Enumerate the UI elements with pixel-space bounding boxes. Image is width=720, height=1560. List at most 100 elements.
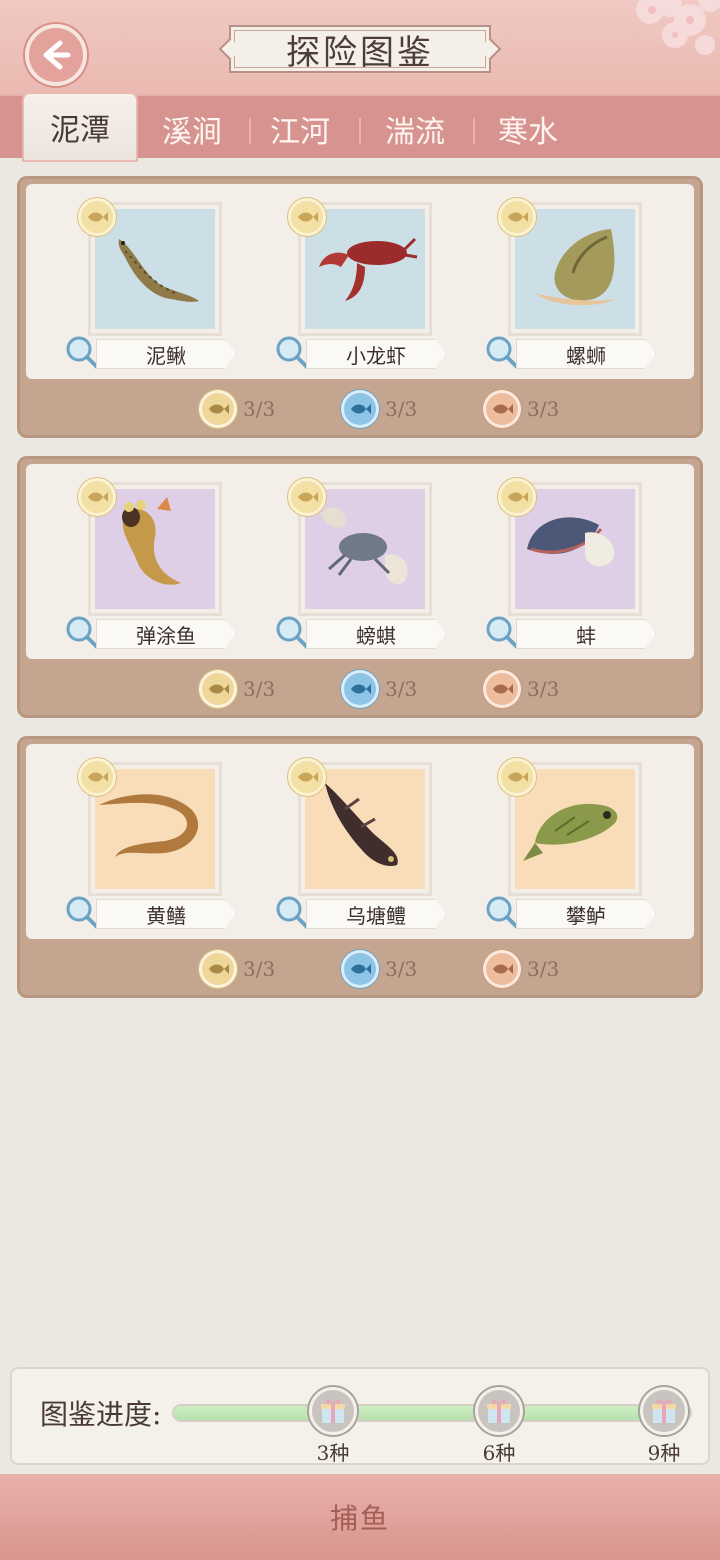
- species-name: 蚌: [516, 619, 656, 649]
- rank-badge: [288, 198, 326, 236]
- fish-icon: [88, 212, 108, 222]
- tab-stream[interactable]: 溪涧: [136, 102, 248, 156]
- arrow-left-icon: [43, 40, 71, 70]
- fishing-button[interactable]: 捕鱼: [0, 1474, 720, 1560]
- back-button[interactable]: [25, 24, 87, 86]
- rank-badge: [78, 758, 116, 796]
- tab-cold-water[interactable]: 寒水: [472, 102, 584, 156]
- fishing-net-icon: [276, 616, 309, 649]
- copper-fish-coin-icon: [483, 390, 521, 428]
- fishing-net-icon: [66, 336, 99, 369]
- stat-value: 3/3: [527, 397, 560, 421]
- copper-fish-coin-icon: [483, 670, 521, 708]
- rank-badge: [78, 198, 116, 236]
- rank-badge: [498, 478, 536, 516]
- card-panel: 泥鳅 小龙虾 螺蛳: [26, 184, 694, 379]
- blue-fish-coin-icon: [341, 390, 379, 428]
- fishing-net-icon: [486, 616, 519, 649]
- copper-tier-count: 3/3: [483, 949, 559, 989]
- species-item[interactable]: 蚌: [466, 464, 656, 659]
- tab-mud-pond[interactable]: 泥潭: [24, 94, 136, 160]
- species-name: 攀鲈: [516, 899, 656, 929]
- blue-tier-count: 3/3: [341, 389, 417, 429]
- rank-badge: [498, 198, 536, 236]
- cherry-blossom-decoration: [636, 0, 720, 55]
- rank-badge: [78, 478, 116, 516]
- blue-tier-count: 3/3: [341, 949, 417, 989]
- stat-value: 3/3: [385, 957, 418, 981]
- fish-icon: [508, 772, 528, 782]
- fish-icon: [298, 772, 318, 782]
- fish-icon: [88, 772, 108, 782]
- gift-box-icon: [321, 1399, 345, 1423]
- species-name: 泥鳅: [96, 339, 236, 369]
- species-group-card: 弹涂鱼 螃蜞 蚌 3/3 3/3 3/3: [17, 456, 703, 718]
- stat-value: 3/3: [243, 677, 276, 701]
- milestone-gift-button[interactable]: [640, 1387, 688, 1435]
- milestone-gift-button[interactable]: [309, 1387, 357, 1435]
- species-name: 黄鳝: [96, 899, 236, 929]
- gift-box-icon: [487, 1399, 511, 1423]
- milestone-label: 9种: [647, 1441, 681, 1465]
- stat-value: 3/3: [527, 677, 560, 701]
- species-item[interactable]: 乌塘鳢: [256, 744, 446, 939]
- gold-fish-coin-icon: [199, 670, 237, 708]
- tab-label: 寒水: [498, 115, 558, 150]
- copper-fish-coin-icon: [483, 950, 521, 988]
- blue-tier-count: 3/3: [341, 669, 417, 709]
- fish-icon: [508, 212, 528, 222]
- fishing-net-icon: [276, 336, 309, 369]
- progress-label: 图鉴进度:: [40, 1398, 162, 1431]
- stat-value: 3/3: [385, 397, 418, 421]
- header: 探险图鉴: [0, 0, 720, 96]
- card-panel: 黄鳝 乌塘鳢 攀鲈: [26, 744, 694, 939]
- species-item[interactable]: 黄鳝: [46, 744, 236, 939]
- rank-badge: [288, 478, 326, 516]
- card-panel: 弹涂鱼 螃蜞 蚌: [26, 464, 694, 659]
- milestone-label: 6种: [482, 1441, 516, 1465]
- species-item[interactable]: 攀鲈: [466, 744, 656, 939]
- gold-tier-count: 3/3: [199, 949, 275, 989]
- collection-progress-panel: 图鉴进度: 3种 6种 9种: [10, 1367, 710, 1465]
- species-name: 螺蛳: [516, 339, 656, 369]
- fish-icon: [298, 492, 318, 502]
- tab-label: 江河: [270, 115, 330, 150]
- blue-fish-coin-icon: [341, 950, 379, 988]
- copper-tier-count: 3/3: [483, 669, 559, 709]
- species-item[interactable]: 螺蛳: [466, 184, 656, 379]
- tab-rapids[interactable]: 湍流: [359, 102, 471, 156]
- fishing-net-icon: [486, 336, 519, 369]
- stat-value: 3/3: [527, 957, 560, 981]
- species-item[interactable]: 小龙虾: [256, 184, 446, 379]
- gold-fish-coin-icon: [199, 390, 237, 428]
- fish-icon: [88, 492, 108, 502]
- stat-value: 3/3: [243, 957, 276, 981]
- fishing-net-icon: [66, 616, 99, 649]
- progress-bar: [172, 1404, 692, 1422]
- fishing-net-icon: [276, 896, 309, 929]
- rank-badge: [288, 758, 326, 796]
- fish-icon: [508, 492, 528, 502]
- fishing-button-label: 捕鱼: [329, 1502, 390, 1535]
- species-item[interactable]: 弹涂鱼: [46, 464, 236, 659]
- gift-box-icon: [652, 1399, 676, 1423]
- tab-label: 泥潭: [50, 113, 110, 148]
- milestone-gift-button[interactable]: [475, 1387, 523, 1435]
- gold-tier-count: 3/3: [199, 669, 275, 709]
- species-name: 螃蜞: [306, 619, 446, 649]
- stat-value: 3/3: [243, 397, 276, 421]
- copper-tier-count: 3/3: [483, 389, 559, 429]
- habitat-tab-bar: 泥潭 溪涧 江河 湍流 寒水: [0, 94, 720, 160]
- tab-river[interactable]: 江河: [244, 102, 356, 156]
- species-item[interactable]: 泥鳅: [46, 184, 236, 379]
- progress-fill: [174, 1406, 690, 1420]
- stat-value: 3/3: [385, 677, 418, 701]
- species-item[interactable]: 螃蜞: [256, 464, 446, 659]
- species-group-card: 泥鳅 小龙虾 螺蛳 3/3 3/3 3/3: [17, 176, 703, 438]
- fishing-net-icon: [486, 896, 519, 929]
- species-name: 弹涂鱼: [96, 619, 236, 649]
- blue-fish-coin-icon: [341, 670, 379, 708]
- fishing-net-icon: [66, 896, 99, 929]
- species-group-card: 黄鳝 乌塘鳢 攀鲈 3/3 3/3 3/3: [17, 736, 703, 998]
- milestone-label: 3种: [316, 1441, 350, 1465]
